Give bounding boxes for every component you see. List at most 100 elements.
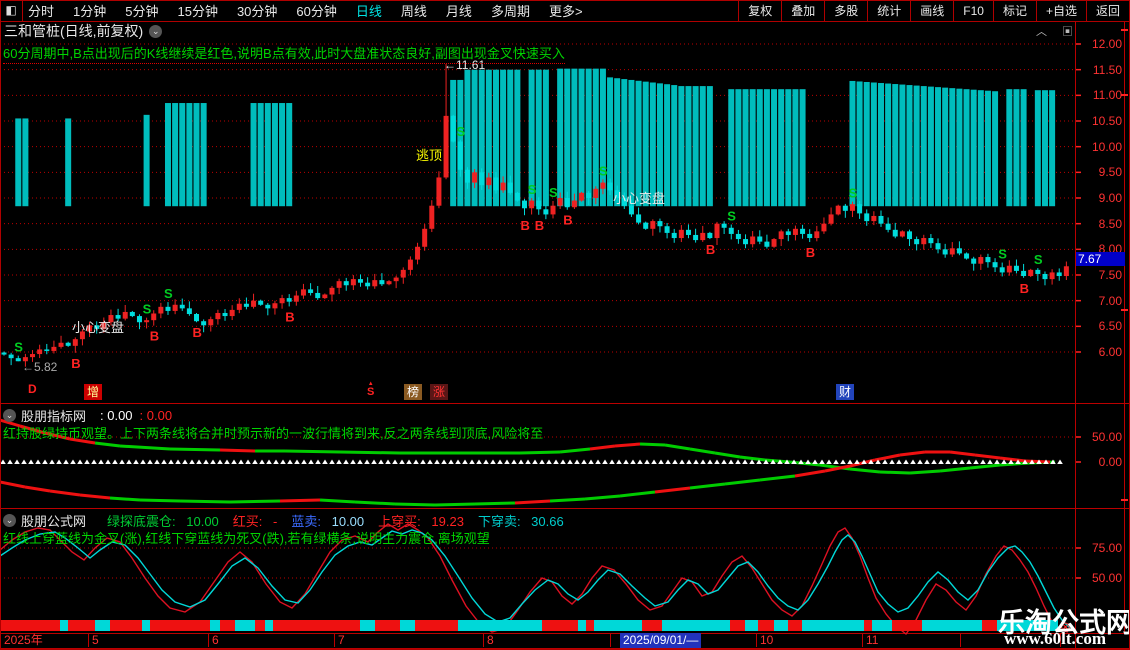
- toolbar-period-1[interactable]: 1分钟: [73, 1, 106, 20]
- date-label-6[interactable]: 10: [760, 633, 773, 648]
- chart-rect: [358, 279, 363, 283]
- toolbar-period-10[interactable]: 更多>: [549, 1, 583, 20]
- date-axis[interactable]: 2025年 5 6 7 8 2025/09/01/— 10 11: [0, 633, 1130, 648]
- chart-rect: [243, 303, 249, 307]
- date-tick: [610, 634, 611, 647]
- date-label-1[interactable]: 5: [92, 633, 99, 648]
- chart-rect: [322, 294, 328, 299]
- watermark-url: www.60lt.com: [1004, 629, 1106, 648]
- chart-line: [639, 442, 666, 447]
- chart-rect: [172, 103, 179, 207]
- date-label-2[interactable]: 6: [212, 633, 219, 648]
- toolbar-action-1[interactable]: 叠加: [781, 0, 824, 21]
- chart-rect: [293, 295, 299, 302]
- toolbar-period-6[interactable]: 日线: [356, 1, 382, 20]
- chart-rect: [279, 298, 285, 304]
- chart-rect: [792, 228, 798, 235]
- chart-rect: [415, 246, 421, 260]
- window-panel-icon[interactable]: ◧: [0, 0, 23, 21]
- chart-rect: [493, 177, 499, 191]
- zero-line-mark: [721, 459, 727, 464]
- zero-line-mark: [91, 459, 97, 464]
- chart-rect: [743, 239, 749, 245]
- chart-rect: [578, 620, 586, 631]
- chart-rect: [8, 354, 14, 359]
- toolbar-period-9[interactable]: 多周期: [491, 1, 530, 20]
- zero-line-mark: [140, 459, 146, 464]
- chart-rect: [928, 238, 934, 244]
- chart-line: [559, 447, 591, 454]
- chart-rect: [286, 298, 292, 302]
- zero-line-mark: [931, 459, 937, 464]
- date-label-7[interactable]: 11: [866, 633, 878, 648]
- date-label-3[interactable]: 7: [338, 633, 345, 648]
- zero-line-mark: [315, 459, 321, 464]
- zero-line-mark: [987, 459, 993, 464]
- chart-line: [394, 502, 436, 507]
- chart-line: [549, 497, 586, 503]
- zero-line-mark: [819, 459, 825, 464]
- chart-rect: [920, 86, 927, 207]
- zero-line-mark: [441, 459, 447, 464]
- sell-marker: S: [1034, 252, 1043, 267]
- chart-rect: [571, 68, 578, 207]
- chart-rect: [807, 233, 813, 239]
- chart-rect: [458, 620, 542, 631]
- toolbar-period-4[interactable]: 30分钟: [237, 1, 277, 20]
- toolbar-action-5[interactable]: F10: [953, 0, 993, 21]
- chart-rect: [457, 141, 463, 170]
- sell-marker: S: [727, 209, 736, 224]
- toolbar-period-5[interactable]: 60分钟: [296, 1, 336, 20]
- toolbar-action-8[interactable]: 返回: [1085, 0, 1129, 21]
- toolbar-period-7[interactable]: 周线: [401, 1, 427, 20]
- chevron-down-icon[interactable]: ⌄: [149, 24, 163, 38]
- price-axis-label: 7.50: [1098, 267, 1122, 282]
- chart-rect: [129, 311, 135, 317]
- chart-rect: [1063, 266, 1069, 277]
- chart-corner-icons[interactable]: ︿ ▣: [1036, 23, 1079, 39]
- chart-line: [899, 450, 926, 457]
- chevron-down-icon[interactable]: ⌄: [3, 409, 16, 422]
- chart-rect: [300, 289, 306, 296]
- chart-rect: [586, 192, 592, 198]
- toolbar-action-2[interactable]: 多股: [824, 0, 867, 21]
- date-label-4[interactable]: 8: [487, 633, 494, 648]
- chart-rect: [542, 69, 549, 207]
- chart-rect: [179, 103, 186, 207]
- chart-line: [714, 451, 741, 459]
- selected-date-label[interactable]: 2025/09/01/—: [620, 633, 702, 648]
- chart-rect: [785, 89, 792, 207]
- toolbar-period-0[interactable]: 分时: [28, 1, 54, 20]
- panel2-value-0: : 0.00: [100, 408, 133, 423]
- toolbar-action-4[interactable]: 画线: [910, 0, 953, 21]
- chart-rect: [607, 182, 613, 191]
- zero-line-mark: [826, 459, 832, 464]
- chart-rect: [892, 229, 898, 237]
- date-label-0[interactable]: 2025年: [4, 633, 43, 648]
- chart-rect: [375, 620, 400, 631]
- main-bottom-tag-3: 财: [836, 384, 855, 400]
- chart-rect: [142, 620, 150, 631]
- chart-line: [584, 494, 621, 501]
- toolbar-action-3[interactable]: 统计: [867, 0, 910, 21]
- toolbar-period-2[interactable]: 5分钟: [125, 1, 158, 20]
- toolbar-action-0[interactable]: 复权: [738, 0, 781, 21]
- toolbar-action-6[interactable]: 标记: [992, 0, 1036, 21]
- chart-rect: [774, 620, 788, 631]
- price-axis-label: 12.00: [1091, 37, 1122, 51]
- stock-title: 三和管桩(日线,前复权): [4, 23, 144, 39]
- chart-line: [654, 486, 691, 494]
- toolbar-period-3[interactable]: 15分钟: [177, 1, 217, 20]
- chart-rect: [30, 354, 36, 358]
- chart-rect: [136, 316, 142, 323]
- zero-line-mark: [497, 459, 503, 464]
- chart-rect: [255, 620, 265, 631]
- chart-rect: [564, 68, 571, 207]
- chart-line: [24, 485, 51, 493]
- toolbar-period-8[interactable]: 月线: [446, 1, 472, 20]
- price-axis-label: 11.50: [1092, 62, 1122, 77]
- chart-rect: [550, 205, 556, 215]
- chevron-down-icon[interactable]: ⌄: [3, 514, 16, 527]
- chart-rect: [745, 620, 758, 631]
- toolbar-action-7[interactable]: +自选: [1035, 0, 1086, 21]
